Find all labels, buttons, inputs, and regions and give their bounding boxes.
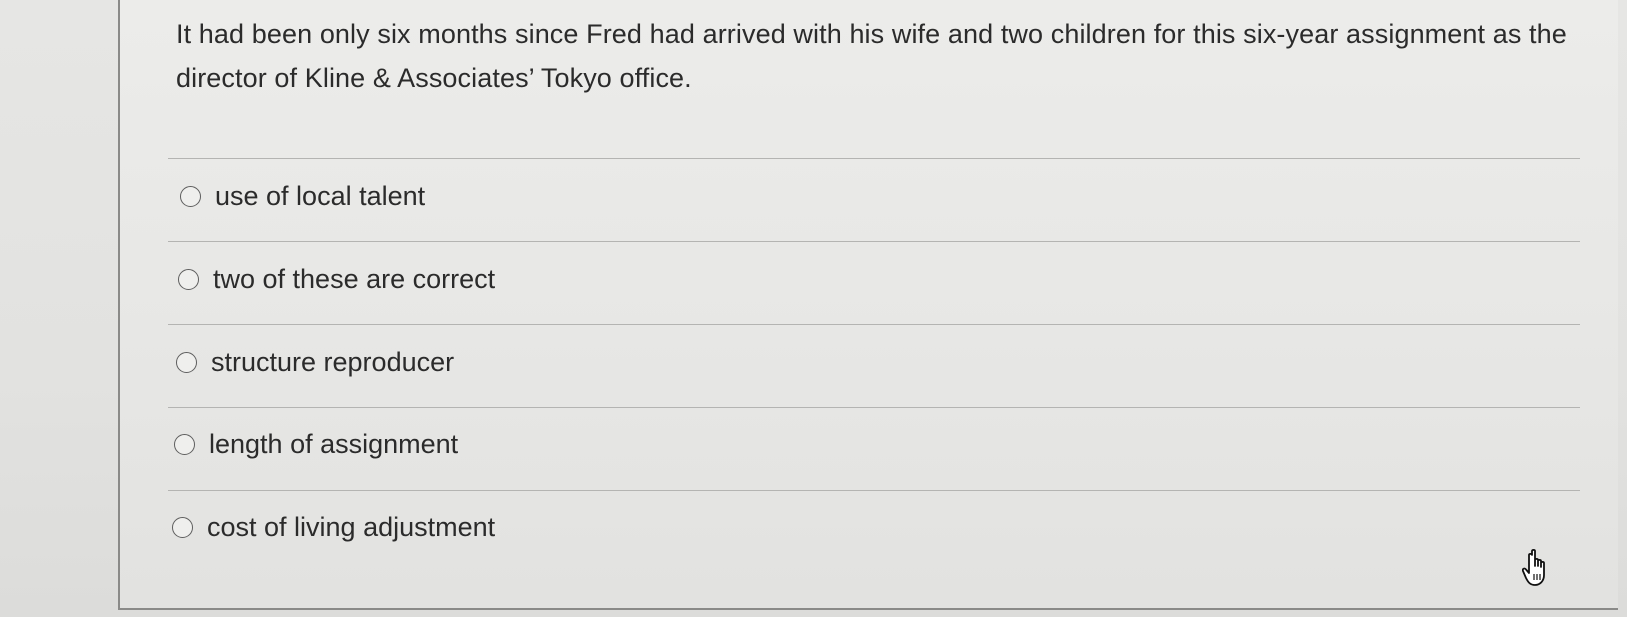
- divider: [168, 158, 1580, 159]
- radio-button[interactable]: [176, 351, 197, 373]
- radio-button[interactable]: [178, 268, 199, 290]
- radio-button[interactable]: [172, 516, 193, 538]
- page: It had been only six months since Fred h…: [0, 0, 1627, 617]
- divider: [168, 407, 1580, 408]
- option-structure-reproducer[interactable]: structure reproducer: [176, 344, 454, 380]
- divider: [168, 490, 1580, 491]
- hand-pointer-icon: [1522, 548, 1545, 586]
- option-label: two of these are correct: [213, 263, 496, 294]
- option-label: use of local talent: [215, 180, 426, 211]
- divider: [168, 241, 1580, 242]
- option-label: structure reproducer: [211, 346, 455, 377]
- radio-button[interactable]: [174, 433, 195, 455]
- question-panel: It had been only six months since Fred h…: [118, 0, 1618, 610]
- radio-button[interactable]: [180, 185, 201, 207]
- divider: [168, 324, 1580, 325]
- option-label: cost of living adjustment: [207, 511, 496, 542]
- option-cost-of-living-adjustment[interactable]: cost of living adjustment: [172, 509, 495, 545]
- option-label: length of assignment: [209, 428, 459, 459]
- option-two-of-these-are-correct[interactable]: two of these are correct: [178, 261, 495, 297]
- option-use-of-local-talent[interactable]: use of local talent: [180, 178, 425, 214]
- question-text: It had been only six months since Fred h…: [176, 19, 1567, 93]
- option-length-of-assignment[interactable]: length of assignment: [174, 426, 458, 462]
